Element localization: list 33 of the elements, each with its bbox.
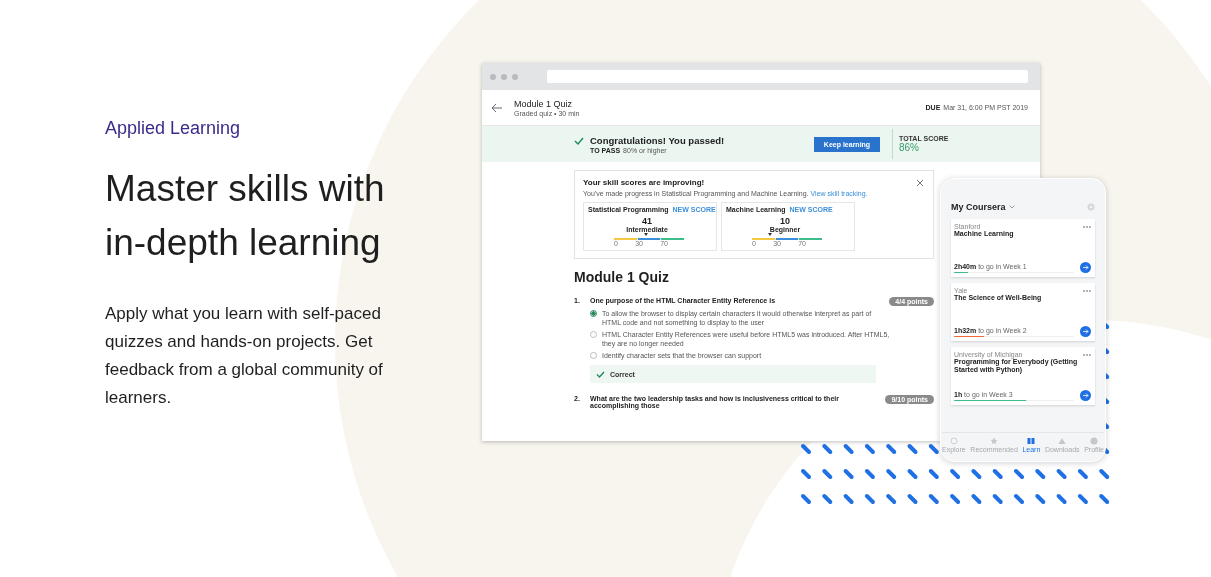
nav-icon <box>949 437 958 445</box>
quiz-title: Module 1 Quiz <box>514 98 574 110</box>
headline: Master skills with in-depth learning <box>105 167 386 265</box>
radio-button[interactable] <box>590 331 597 338</box>
check-icon <box>596 370 605 378</box>
check-icon <box>574 136 584 145</box>
quiz-heading: Module 1 Quiz <box>574 269 670 285</box>
radio-button[interactable] <box>590 310 597 317</box>
arrow-button-icon[interactable] <box>1080 326 1091 337</box>
skill-score: 41 <box>641 216 653 226</box>
description: Apply what you learn with self-paced quizzes and hands-on projects. Get feedback from a global community of learners. <box>105 303 384 409</box>
result-title: Congratulations! You passed! <box>590 134 725 146</box>
nav-icon <box>990 437 999 445</box>
arrow-button-icon[interactable] <box>1080 390 1091 401</box>
nav-icon <box>1027 437 1036 445</box>
card-title: Your skill scores are improving! <box>583 178 705 187</box>
chevron-down-icon <box>1008 205 1015 209</box>
back-arrow-icon[interactable] <box>491 102 503 113</box>
close-icon[interactable] <box>916 179 924 187</box>
section-label: Applied Learning <box>105 117 242 140</box>
window-dot-icon <box>501 73 507 80</box>
window-dot-icon <box>512 73 518 80</box>
nav-icon <box>1090 437 1099 445</box>
radio-button[interactable] <box>590 352 597 359</box>
app-title: My Coursera <box>951 202 1006 212</box>
score-value: 86% <box>899 142 920 153</box>
arrow-button-icon[interactable] <box>1080 262 1091 273</box>
more-icon <box>1083 225 1091 228</box>
window-dot-icon <box>490 73 496 80</box>
nav-icon <box>1058 437 1067 445</box>
skill-score: 10 <box>779 216 791 226</box>
more-icon <box>1083 353 1091 356</box>
more-icon <box>1083 289 1091 292</box>
